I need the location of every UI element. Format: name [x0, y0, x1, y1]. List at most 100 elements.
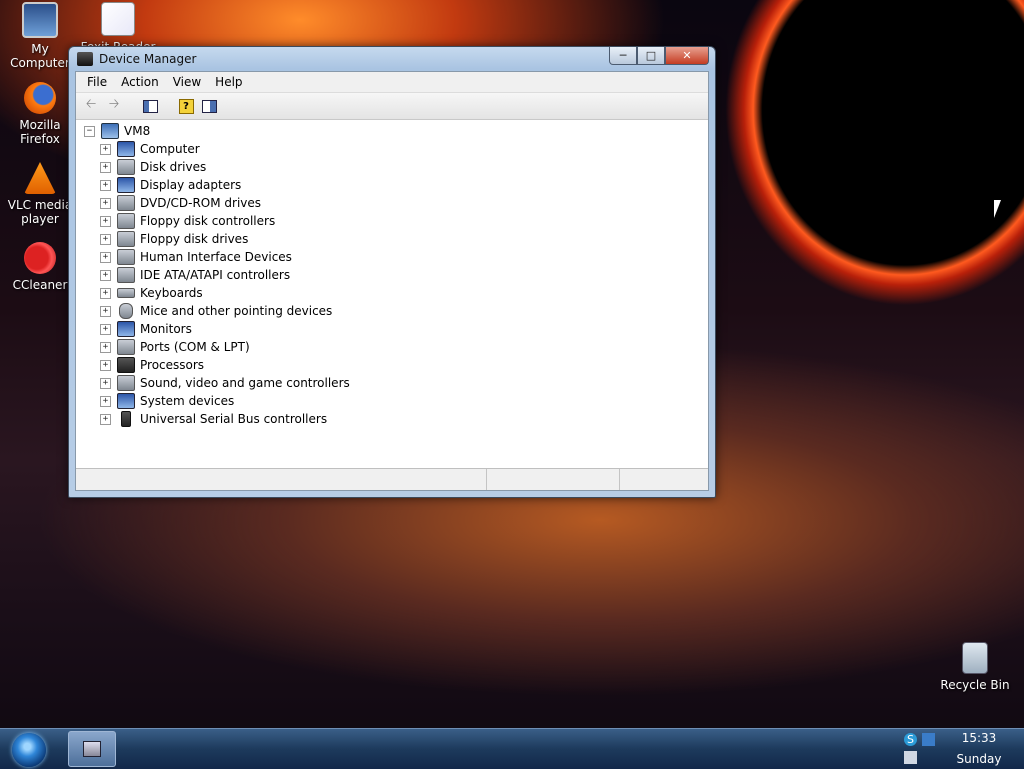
device-tree: − VM8 + Computer + Disk drives + Display ad… [76, 119, 708, 468]
expand-icon[interactable]: + [100, 161, 111, 173]
clock-time[interactable]: 15:33 [940, 731, 1018, 745]
tree-node[interactable]: + Computer [76, 140, 708, 158]
status-bar [76, 468, 708, 490]
tree-node[interactable]: + Processors [76, 356, 708, 374]
expand-icon[interactable]: + [100, 215, 111, 227]
maximize-icon: □ [645, 49, 657, 62]
tree-node[interactable]: + Keyboards [76, 284, 708, 302]
tree-node[interactable]: + Sound, video and game controllers [76, 374, 708, 392]
tree-node-label: Monitors [140, 322, 192, 336]
recycle-bin-icon [962, 642, 988, 674]
display-adapter-icon [117, 177, 135, 193]
tree-node[interactable]: + Display adapters [76, 176, 708, 194]
maximize-button[interactable]: □ [637, 47, 665, 65]
expand-icon[interactable]: + [100, 305, 111, 317]
floppy-controller-icon [117, 213, 135, 229]
tree-node-label: Computer [140, 142, 200, 156]
foxit-reader-icon [101, 2, 135, 36]
device-manager-icon [77, 52, 93, 66]
tray-flag-icon[interactable] [904, 751, 917, 764]
speaker-icon [117, 375, 135, 391]
tree-node[interactable]: + Disk drives [76, 158, 708, 176]
tray-skype-icon[interactable]: S [904, 733, 917, 746]
window-client: File Action View Help 🡠 🡢 ? − VM8 + Compu… [75, 71, 709, 491]
collapse-icon[interactable]: − [84, 125, 95, 137]
back-button[interactable]: 🡠 [82, 97, 100, 115]
tree-node-label: Display adapters [140, 178, 242, 192]
expand-icon[interactable]: + [100, 377, 111, 389]
computer-icon [101, 123, 119, 139]
menu-help[interactable]: Help [208, 72, 249, 92]
expand-icon[interactable]: + [100, 269, 111, 281]
show-hide-action-pane-button[interactable] [200, 97, 218, 115]
help-button[interactable]: ? [177, 97, 195, 115]
expand-icon[interactable]: + [100, 413, 111, 425]
desktop-icon-label: VLC media player [7, 198, 73, 226]
menu-file[interactable]: File [80, 72, 114, 92]
expand-icon[interactable]: + [100, 251, 111, 263]
console-tree-icon [142, 99, 158, 113]
tray-network-icon[interactable] [922, 733, 935, 746]
desktop-icon-recycle-bin[interactable]: Recycle Bin [935, 642, 1015, 692]
tree-node[interactable]: + Mice and other pointing devices [76, 302, 708, 320]
clock-day[interactable]: Sunday [940, 752, 1018, 766]
expand-icon[interactable]: + [100, 323, 111, 335]
toolbar: 🡠 🡢 ? [76, 93, 708, 120]
processor-icon [117, 357, 135, 373]
tree-node[interactable]: + Universal Serial Bus controllers [76, 410, 708, 428]
human-interface-device-icon [117, 249, 135, 265]
tree-node-label: Mice and other pointing devices [140, 304, 333, 318]
toolbar-separator [128, 97, 136, 115]
title-bar[interactable]: Device Manager ─ □ ✕ [69, 47, 715, 71]
tree-node-label: Keyboards [140, 286, 203, 300]
tree-node[interactable]: + Floppy disk controllers [76, 212, 708, 230]
mouse-icon [119, 303, 133, 319]
tree-node[interactable]: + IDE ATA/ATAPI controllers [76, 266, 708, 284]
forward-button[interactable]: 🡢 [105, 97, 123, 115]
toolbar-separator [164, 97, 172, 115]
desktop-icon-label: Mozilla Firefox [19, 118, 61, 146]
expand-icon[interactable]: + [100, 233, 111, 245]
expand-icon[interactable]: + [100, 395, 111, 407]
ccleaner-icon [24, 242, 56, 274]
tree-node[interactable]: + Ports (COM & LPT) [76, 338, 708, 356]
tree-node[interactable]: + System devices [76, 392, 708, 410]
expand-icon[interactable]: + [100, 341, 111, 353]
tree-node-label: Floppy disk drives [140, 232, 249, 246]
tree-node-label: DVD/CD-ROM drives [140, 196, 262, 210]
usb-plug-icon [121, 411, 131, 427]
caption-buttons: ─ □ ✕ [609, 47, 709, 65]
tree-node-label: Ports (COM & LPT) [140, 340, 250, 354]
device-manager-window: Device Manager ─ □ ✕ File Action View He… [68, 46, 716, 498]
tree-node[interactable]: + Monitors [76, 320, 708, 338]
expand-icon[interactable]: + [100, 197, 111, 209]
port-icon [117, 339, 135, 355]
expand-icon[interactable]: + [100, 287, 111, 299]
tree-node[interactable]: + Floppy disk drives [76, 230, 708, 248]
device-manager-icon [83, 741, 101, 757]
expand-icon[interactable]: + [100, 179, 111, 191]
tree-node-label: Floppy disk controllers [140, 214, 276, 228]
taskbar-item-device-manager[interactable] [68, 731, 116, 767]
tree-node-label: Processors [140, 358, 205, 372]
menu-view[interactable]: View [166, 72, 208, 92]
tree-node-label: Human Interface Devices [140, 250, 292, 264]
menu-action[interactable]: Action [114, 72, 166, 92]
forward-arrow-icon: 🡢 [108, 97, 120, 112]
expand-icon[interactable]: + [100, 143, 111, 155]
dvd-drive-icon [117, 195, 135, 211]
computer-icon [117, 141, 135, 157]
back-arrow-icon: 🡠 [85, 97, 97, 112]
mouse-cursor-icon [994, 200, 1001, 218]
window-title: Device Manager [99, 52, 197, 66]
start-button[interactable] [12, 733, 46, 767]
tree-node[interactable]: + Human Interface Devices [76, 248, 708, 266]
tree-node[interactable]: + DVD/CD-ROM drives [76, 194, 708, 212]
computer-icon [22, 2, 58, 38]
expand-icon[interactable]: + [100, 359, 111, 371]
tree-node-label: Universal Serial Bus controllers [140, 412, 328, 426]
close-button[interactable]: ✕ [665, 47, 709, 65]
tree-root-node[interactable]: − VM8 [76, 122, 708, 140]
minimize-button[interactable]: ─ [609, 47, 637, 65]
show-hide-console-tree-button[interactable] [141, 97, 159, 115]
